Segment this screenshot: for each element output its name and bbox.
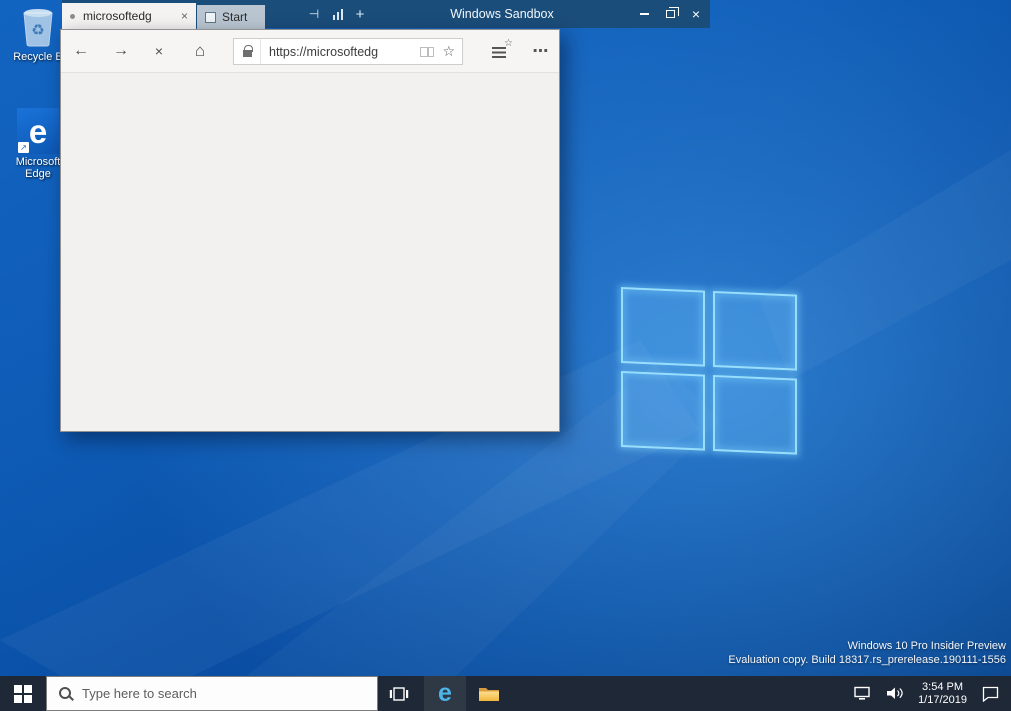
ellipsis-icon: ⋯ bbox=[533, 41, 550, 61]
stop-button[interactable]: × bbox=[145, 37, 173, 65]
volume-tray-button[interactable] bbox=[878, 676, 911, 711]
close-icon: × bbox=[692, 7, 700, 21]
task-view-icon bbox=[389, 686, 409, 702]
volume-icon bbox=[885, 686, 904, 701]
tab-title: Start bbox=[222, 10, 259, 24]
edge-page-content bbox=[61, 73, 559, 431]
watermark-line-2: Evaluation copy. Build 18317.rs_prerelea… bbox=[728, 654, 1006, 668]
tab-microsoftedg[interactable]: microsoftedg × bbox=[62, 3, 196, 29]
taskbar-file-explorer-button[interactable] bbox=[468, 676, 510, 711]
edge-logo-icon: e ↗ bbox=[17, 108, 59, 154]
clock-time: 3:54 PM bbox=[918, 681, 967, 694]
search-icon bbox=[59, 687, 72, 700]
taskbar-search-box[interactable] bbox=[46, 676, 378, 711]
hub-icon: ☆ bbox=[492, 44, 510, 58]
site-info-button[interactable] bbox=[234, 39, 261, 64]
tab-close-button[interactable]: × bbox=[179, 9, 190, 23]
back-button[interactable]: ← bbox=[67, 37, 95, 65]
taskbar: e bbox=[0, 676, 1011, 711]
shortcut-arrow-overlay: ↗ bbox=[18, 142, 29, 153]
reading-view-icon[interactable] bbox=[420, 47, 434, 57]
evaluation-watermark: Windows 10 Pro Insider Preview Evaluatio… bbox=[728, 640, 1006, 667]
network-icon bbox=[853, 686, 871, 701]
system-tray: 3:54 PM 1/17/2019 bbox=[846, 676, 1007, 711]
restore-button[interactable] bbox=[658, 0, 682, 28]
minimize-icon bbox=[640, 13, 649, 15]
more-options-button[interactable]: ⋯ bbox=[527, 37, 555, 65]
start-button[interactable] bbox=[0, 676, 46, 711]
clock-date: 1/17/2019 bbox=[918, 694, 967, 707]
recycle-bin-icon: ♻ bbox=[18, 5, 58, 49]
address-bar[interactable]: ☆ bbox=[233, 38, 463, 65]
home-button[interactable]: ⌂ bbox=[186, 37, 214, 65]
task-view-button[interactable] bbox=[378, 676, 420, 711]
lock-icon bbox=[243, 50, 252, 57]
taskbar-edge-button[interactable]: e bbox=[424, 676, 466, 711]
forward-button[interactable]: → bbox=[107, 37, 135, 65]
edge-window: microsoftedg × Start ← → × ⌂ ☆ bbox=[60, 0, 560, 433]
restore-icon bbox=[666, 10, 675, 18]
edge-toolbar: ← → × ⌂ ☆ ☆ bbox=[61, 30, 559, 73]
windows-logo-icon bbox=[14, 685, 32, 703]
add-favorite-star-icon[interactable]: ☆ bbox=[442, 43, 455, 60]
start-tab-icon bbox=[205, 12, 216, 23]
minimize-button[interactable] bbox=[632, 0, 656, 28]
edge-window-body: ← → × ⌂ ☆ ☆ bbox=[60, 29, 560, 432]
tab-favicon bbox=[70, 14, 75, 19]
tab-start[interactable]: Start bbox=[197, 5, 265, 29]
svg-text:♻: ♻ bbox=[31, 22, 44, 39]
action-center-icon bbox=[981, 685, 1000, 702]
action-center-button[interactable] bbox=[974, 676, 1007, 711]
edge-icon: e bbox=[438, 681, 452, 706]
desktop: ♻ Recycle B e ↗ Microsoft Edge Windows 1… bbox=[0, 0, 1011, 711]
network-tray-button[interactable] bbox=[846, 676, 878, 711]
clock[interactable]: 3:54 PM 1/17/2019 bbox=[911, 676, 974, 711]
watermark-line-1: Windows 10 Pro Insider Preview bbox=[728, 640, 1006, 654]
close-button[interactable]: × bbox=[684, 0, 708, 28]
tab-title: microsoftedg bbox=[83, 9, 179, 23]
hub-favorites-button[interactable]: ☆ bbox=[487, 37, 515, 65]
url-input[interactable] bbox=[261, 45, 420, 59]
file-explorer-icon bbox=[478, 685, 500, 702]
search-input[interactable] bbox=[82, 686, 369, 701]
